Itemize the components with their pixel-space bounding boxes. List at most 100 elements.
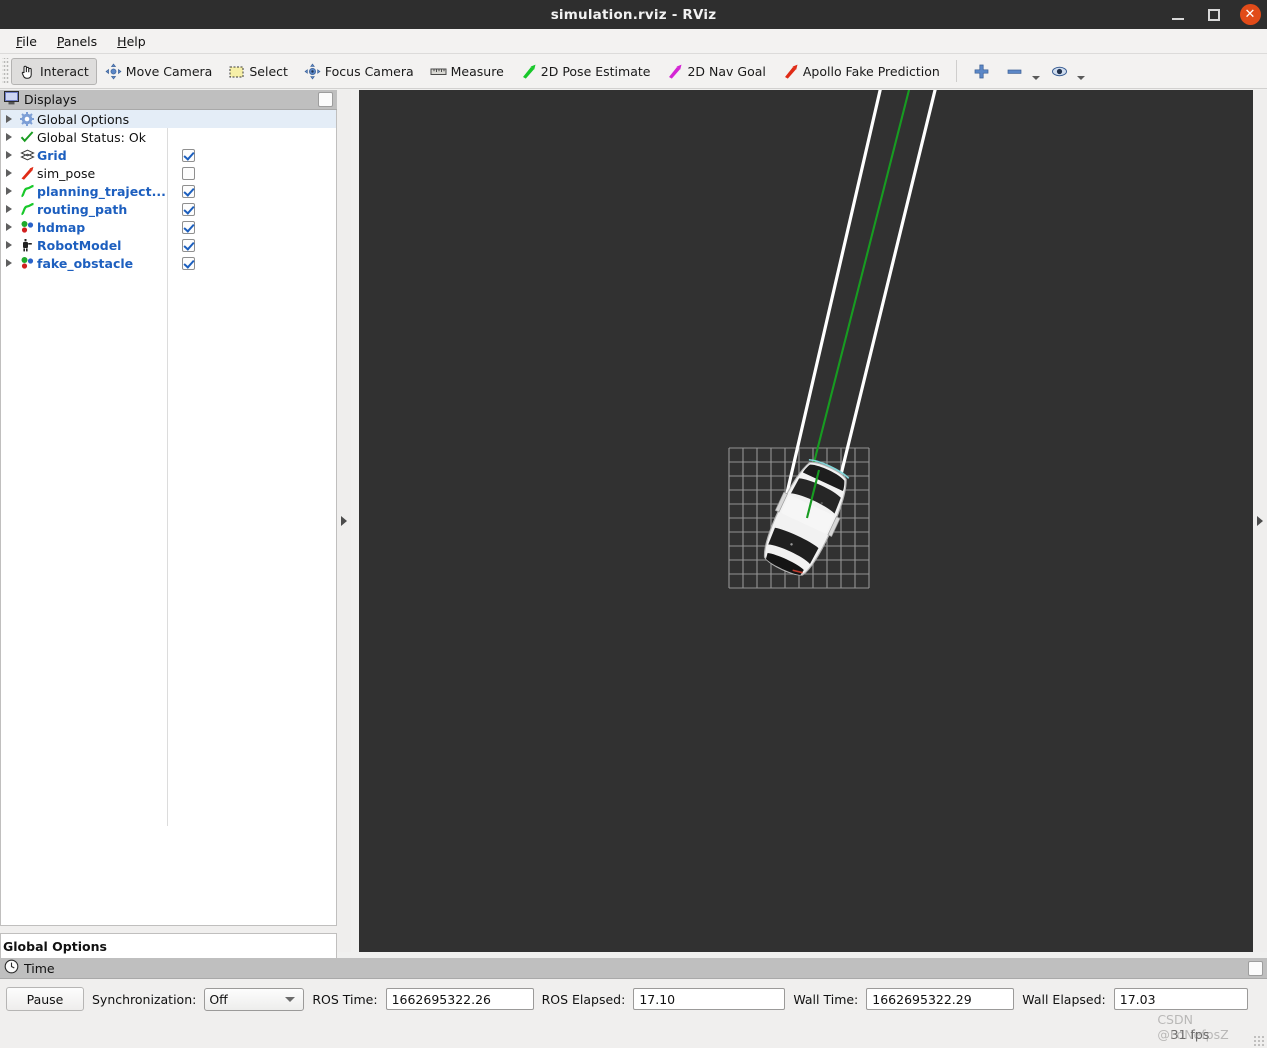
tool-select[interactable]: Select (220, 58, 296, 85)
pause-button[interactable]: Pause (6, 987, 84, 1011)
focus-camera-icon (304, 63, 321, 80)
wall-elapsed-field[interactable]: 17.03 (1113, 988, 1248, 1010)
red-arrow-icon (782, 63, 799, 80)
displays-panel-float-button[interactable] (318, 92, 333, 107)
tool-label: Measure (450, 63, 504, 79)
time-panel-header: Time (0, 958, 1267, 979)
tool-visibility-button[interactable] (1043, 58, 1076, 85)
display-item-sim-pose[interactable]: sim_pose (1, 164, 336, 182)
time-panel-title: Time (24, 960, 55, 976)
sync-select[interactable]: Off (204, 987, 305, 1011)
display-item-label: Global Status: Ok (37, 129, 146, 145)
minimize-button[interactable] (1167, 4, 1189, 26)
expand-arrow-icon[interactable] (1, 205, 17, 213)
display-item-fake-obstacle[interactable]: fake_obstacle (1, 254, 336, 272)
display-item-label: routing_path (37, 201, 128, 217)
tool-2d-pose-estimate[interactable]: 2D Pose Estimate (512, 58, 659, 85)
display-item-robotmodel[interactable]: RobotModel (1, 236, 336, 254)
close-icon: ✕ (1239, 4, 1261, 25)
gear-icon (17, 112, 37, 126)
time-controls-row: Pause Synchronization: Off ROS Time: 166… (0, 985, 1267, 1013)
tool-label: Select (249, 63, 288, 79)
tool-2d-nav-goal[interactable]: 2D Nav Goal (658, 58, 773, 85)
wall-time-field[interactable]: 1662695322.29 (866, 988, 1015, 1010)
tool-visibility-dropdown[interactable] (1076, 58, 1088, 85)
display-enable-checkbox[interactable] (182, 238, 195, 252)
menu-help[interactable]: Help (109, 31, 154, 52)
menu-panels[interactable]: Panels (49, 31, 105, 52)
display-enable-checkbox[interactable] (182, 166, 195, 180)
right-splitter-collapse-handle[interactable] (1253, 90, 1267, 952)
ros-time-label: ROS Time: (312, 991, 378, 1007)
chevron-down-icon (1031, 75, 1040, 80)
ros-elapsed-field[interactable]: 17.10 (633, 988, 786, 1010)
tool-label: Focus Camera (324, 63, 414, 79)
toolbar-separator (955, 60, 957, 82)
green-arrow-icon (520, 63, 537, 80)
selected-display-title: Global Options (3, 939, 107, 954)
menu-bar: File Panels Help (0, 29, 1267, 54)
expand-arrow-icon[interactable] (1, 151, 17, 159)
window-title-bar: simulation.rviz - RViz ✕ (0, 0, 1267, 29)
menu-file[interactable]: File (8, 31, 45, 52)
time-panel-float-button[interactable] (1248, 961, 1263, 976)
display-item-hdmap[interactable]: hdmap (1, 218, 336, 236)
displays-panel-header: Displays (0, 90, 337, 110)
eye-icon (1051, 63, 1068, 80)
display-item-label: sim_pose (37, 165, 96, 181)
maximize-button[interactable] (1203, 4, 1225, 26)
close-button[interactable]: ✕ (1239, 4, 1261, 26)
collapse-left-arrow-icon (341, 516, 347, 526)
display-item-routing-path[interactable]: routing_path (1, 200, 336, 218)
3d-render-viewport[interactable] (359, 90, 1253, 952)
sync-label: Synchronization: (92, 991, 197, 1007)
displays-panel: Displays Global Options Global Status: O… (0, 90, 337, 1040)
tool-measure[interactable]: Measure (422, 58, 512, 85)
display-enable-checkbox[interactable] (182, 202, 195, 216)
remove-tool-button[interactable] (998, 58, 1031, 85)
expand-arrow-icon[interactable] (1, 241, 17, 249)
expand-arrow-icon[interactable] (1, 115, 17, 123)
tool-apollo-fake-prediction[interactable]: Apollo Fake Prediction (774, 58, 948, 85)
expand-arrow-icon[interactable] (1, 133, 17, 141)
collapse-left-arrow-icon (1257, 516, 1263, 526)
expand-arrow-icon[interactable] (1, 169, 17, 177)
expand-arrow-icon[interactable] (1, 223, 17, 231)
tool-interact[interactable]: Interact (11, 57, 97, 85)
remove-tool-dropdown[interactable] (1031, 58, 1043, 85)
ros-elapsed-label: ROS Elapsed: (541, 991, 626, 1007)
expand-arrow-icon[interactable] (1, 259, 17, 267)
expand-arrow-icon[interactable] (1, 187, 17, 195)
display-item-planning-trajectory[interactable]: planning_traject... (1, 182, 336, 200)
tool-move-camera[interactable]: Move Camera (97, 58, 221, 85)
display-item-label: hdmap (37, 219, 86, 235)
display-item-label: RobotModel (37, 237, 122, 253)
tool-label: 2D Nav Goal (687, 63, 766, 79)
chevron-down-icon (1076, 75, 1085, 80)
display-item-label: planning_traject... (37, 183, 166, 199)
ruler-icon (430, 63, 447, 80)
display-item-label: Global Options (37, 111, 130, 127)
ros-time-field[interactable]: 1662695322.26 (385, 988, 534, 1010)
display-enable-checkbox[interactable] (182, 256, 195, 270)
add-tool-button[interactable] (965, 58, 998, 85)
displays-panel-title: Displays (24, 92, 77, 107)
display-item-label: Grid (37, 147, 67, 163)
tool-label: Interact (40, 63, 89, 79)
display-item-global-status[interactable]: Global Status: Ok (1, 128, 336, 146)
clock-icon (4, 959, 19, 978)
display-enable-checkbox[interactable] (182, 148, 195, 162)
time-panel: Time Pause Synchronization: Off ROS Time… (0, 958, 1267, 1048)
window-resize-grip[interactable] (1253, 1035, 1265, 1047)
display-item-global-options[interactable]: Global Options (1, 110, 336, 128)
toolbar-drag-handle[interactable] (2, 58, 9, 84)
display-item-grid[interactable]: Grid (1, 146, 336, 164)
minimize-icon (1172, 17, 1184, 20)
tool-focus-camera[interactable]: Focus Camera (296, 58, 422, 85)
display-enable-checkbox[interactable] (182, 184, 195, 198)
display-enable-checkbox[interactable] (182, 220, 195, 234)
left-splitter-collapse-handle[interactable] (337, 90, 351, 952)
displays-tree[interactable]: Global Options Global Status: Ok Grid si… (0, 110, 337, 926)
wall-time-label: Wall Time: (793, 991, 859, 1007)
plus-icon (973, 63, 990, 80)
